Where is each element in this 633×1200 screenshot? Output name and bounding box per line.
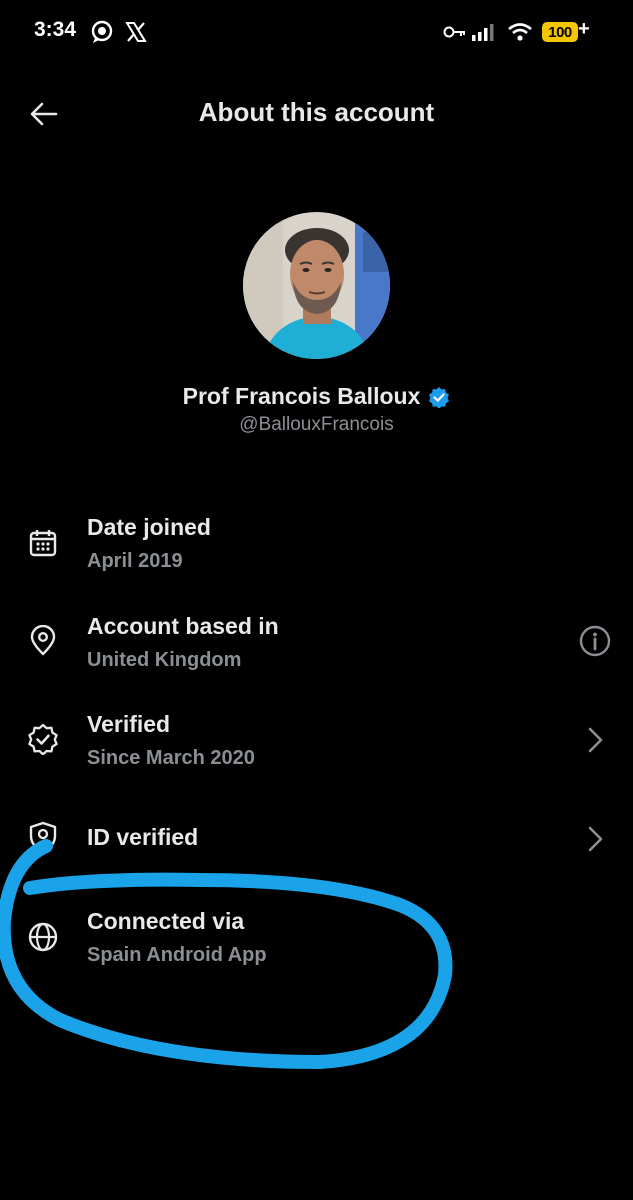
row-value: Since March 2020 [87, 747, 255, 769]
chevron-right-icon[interactable] [578, 723, 612, 757]
chat-bubble-icon [91, 20, 113, 43]
row-value: Spain Android App [87, 944, 267, 966]
row-id-verified[interactable]: ID verified [0, 820, 633, 890]
status-time: 3:34 [34, 18, 77, 41]
row-label: Connected via [87, 908, 245, 934]
id-shield-icon [29, 821, 57, 853]
annotation-circle [0, 839, 453, 1069]
verified-check-icon [429, 386, 450, 408]
row-connected-via: Connected via Spain Android App [0, 904, 633, 974]
wifi-icon [508, 23, 532, 41]
avatar [243, 212, 390, 359]
profile-handle: @BallouxFrancois [239, 414, 394, 435]
row-date-joined: Date joined April 2019 [0, 510, 633, 580]
page-title: About this account [198, 97, 435, 127]
globe-icon [28, 922, 58, 952]
row-value: United Kingdom [87, 649, 242, 671]
row-account-based-in: Account based in United Kingdom [0, 609, 633, 679]
profile-name-row: Prof Francois Balloux [0, 383, 633, 410]
x-logo-icon [125, 22, 147, 42]
info-icon[interactable] [578, 624, 612, 658]
verified-badge-icon [28, 723, 58, 755]
row-label: Date joined [87, 514, 211, 540]
signal-icon [472, 24, 494, 41]
profile-name: Prof Francois Balloux [182, 383, 421, 409]
row-verified[interactable]: Verified Since March 2020 [0, 707, 633, 777]
battery-icon: 100 [542, 22, 578, 42]
battery-plus: + [578, 18, 590, 40]
location-pin-icon [30, 625, 56, 656]
row-value: April 2019 [87, 550, 183, 572]
row-label: ID verified [87, 824, 199, 850]
row-label: Verified [87, 711, 171, 737]
calendar-icon [29, 530, 57, 557]
row-label: Account based in [87, 613, 279, 639]
chevron-right-icon[interactable] [578, 822, 612, 856]
key-icon [443, 26, 465, 38]
